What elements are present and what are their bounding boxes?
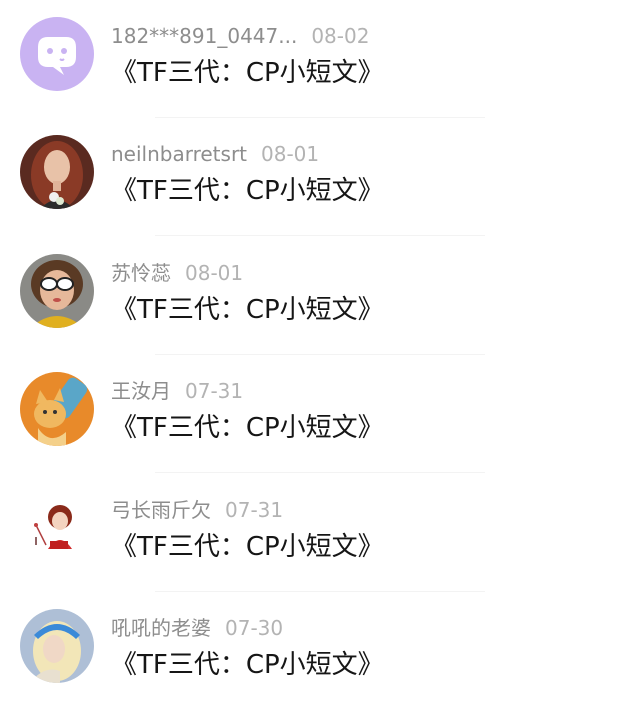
avatar[interactable] [20, 254, 94, 328]
comment-date: 07-31 [225, 498, 284, 522]
avatar[interactable] [20, 135, 94, 209]
comment-title[interactable]: 《TF三代：CP小短文》 [111, 648, 384, 682]
list-item[interactable]: 弓长雨斤欠 07-31 《TF三代：CP小短文》 [0, 474, 640, 592]
avatar[interactable] [20, 17, 94, 91]
username[interactable]: 苏怜蕊 [111, 261, 171, 285]
comment-title[interactable]: 《TF三代：CP小短文》 [111, 411, 384, 445]
divider [155, 472, 485, 473]
comment-meta: 弓长雨斤欠 07-31 [111, 496, 283, 524]
cartoon-cat-avatar-icon [20, 372, 94, 446]
comment-title[interactable]: 《TF三代：CP小短文》 [111, 174, 384, 208]
divider [155, 235, 485, 236]
comment-list: 182***891_0447... 08-02 《TF三代：CP小短文》 neil… [0, 0, 640, 707]
avatar[interactable] [20, 491, 94, 565]
list-item[interactable]: neilnbarretsrt 08-01 《TF三代：CP小短文》 [0, 118, 640, 236]
sunglasses-woman-avatar-icon [20, 254, 94, 328]
list-item[interactable]: 苏怜蕊 08-01 《TF三代：CP小短文》 [0, 237, 640, 355]
comment-meta: 吼吼的老婆 07-30 [111, 614, 283, 642]
comment-meta: 苏怜蕊 08-01 [111, 259, 243, 287]
comment-date: 08-02 [311, 24, 370, 48]
list-item[interactable]: 182***891_0447... 08-02 《TF三代：CP小短文》 [0, 0, 640, 118]
comment-date: 08-01 [261, 142, 320, 166]
comment-meta: neilnbarretsrt 08-01 [111, 140, 319, 168]
username[interactable]: neilnbarretsrt [111, 142, 247, 166]
list-item[interactable]: 吼吼的老婆 07-30 《TF三代：CP小短文》 [0, 592, 640, 710]
username[interactable]: 王汝月 [111, 379, 171, 403]
blonde-blue-headband-avatar-icon [20, 609, 94, 683]
comment-meta: 王汝月 07-31 [111, 377, 243, 405]
comment-date: 08-01 [185, 261, 244, 285]
username[interactable]: 182***891_0447... [111, 24, 297, 48]
default-chat-avatar-icon [20, 17, 94, 91]
avatar[interactable] [20, 372, 94, 446]
username[interactable]: 弓长雨斤欠 [111, 498, 211, 522]
avatar[interactable] [20, 609, 94, 683]
red-hair-woman-avatar-icon [20, 135, 94, 209]
comment-title[interactable]: 《TF三代：CP小短文》 [111, 293, 384, 327]
list-item[interactable]: 王汝月 07-31 《TF三代：CP小短文》 [0, 355, 640, 473]
comment-title[interactable]: 《TF三代：CP小短文》 [111, 530, 384, 564]
comment-title[interactable]: 《TF三代：CP小短文》 [111, 56, 384, 90]
username[interactable]: 吼吼的老婆 [111, 616, 211, 640]
comment-meta: 182***891_0447... 08-02 [111, 22, 369, 50]
cartoon-girl-avatar-icon [20, 491, 94, 565]
comment-date: 07-30 [225, 616, 284, 640]
comment-date: 07-31 [185, 379, 244, 403]
